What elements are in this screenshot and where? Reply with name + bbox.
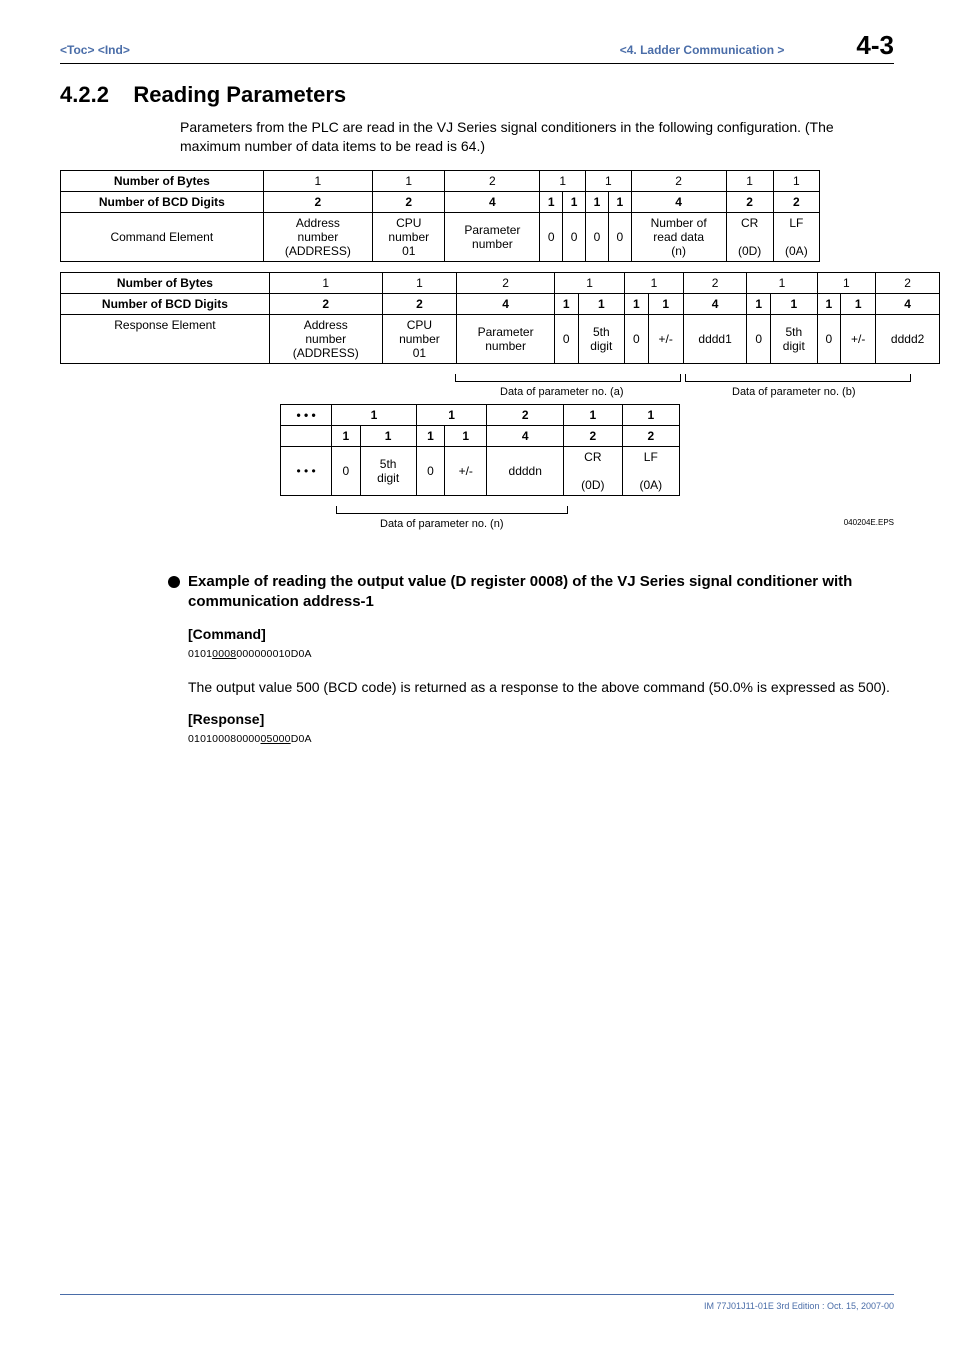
row-label-bcd: Number of BCD Digits [61,191,264,212]
ellipsis-cell: • • • [281,446,332,495]
chapter-ref-link[interactable]: <4. Ladder Communication > [620,43,785,57]
row-label-bcd: Number of BCD Digits [61,293,270,314]
eps-label: 040204E.EPS [844,518,894,527]
row-label-cmd-elem: Command Element [61,212,264,261]
bullet-icon [168,576,180,588]
row-label-rsp-elem: Response Element [61,314,270,363]
response-subhead: [Response] [188,711,894,727]
row-label-bytes: Number of Bytes [61,272,270,293]
command-string: 01010008000000010D0A [188,648,894,660]
section-heading: 4.2.2 Reading Parameters [60,82,894,108]
command-subhead: [Command] [188,626,894,642]
example-body-text: The output value 500 (BCD code) is retur… [188,678,894,697]
ellipsis-cell: • • • [281,404,332,425]
bracket-label-n: Data of parameter no. (n) [380,518,504,530]
section-intro: Parameters from the PLC are read in the … [180,118,894,156]
page-footer: IM 77J01J11-01E 3rd Edition : Oct. 15, 2… [60,1294,894,1311]
response-string: 01010008000005000D0A [188,733,894,745]
row-label-bytes: Number of Bytes [61,170,264,191]
bracket-label-a: Data of parameter no. (a) [500,386,624,398]
toc-link[interactable]: <Toc> [60,43,94,57]
ind-link[interactable]: <Ind> [98,43,130,57]
bracket-label-b: Data of parameter no. (b) [732,386,856,398]
toc-ind-links[interactable]: <Toc> <Ind> [60,43,130,57]
response-frame-table: Number of Bytes 1 1 2 1 1 2 1 1 2 Number… [60,272,940,364]
section-number: 4.2.2 [60,82,109,107]
command-frame-table: Number of Bytes 1 1 2 1 1 2 1 1 Number o… [60,170,820,262]
example-title: Example of reading the output value (D r… [188,572,894,613]
continuation-frame-table: • • • 1 1 2 1 1 1 1 1 1 4 2 2 • • • 0 5t… [280,404,680,496]
page-header: <Toc> <Ind> <4. Ladder Communication > 4… [60,30,894,64]
section-title: Reading Parameters [133,82,346,107]
page-number: 4-3 [856,30,894,61]
